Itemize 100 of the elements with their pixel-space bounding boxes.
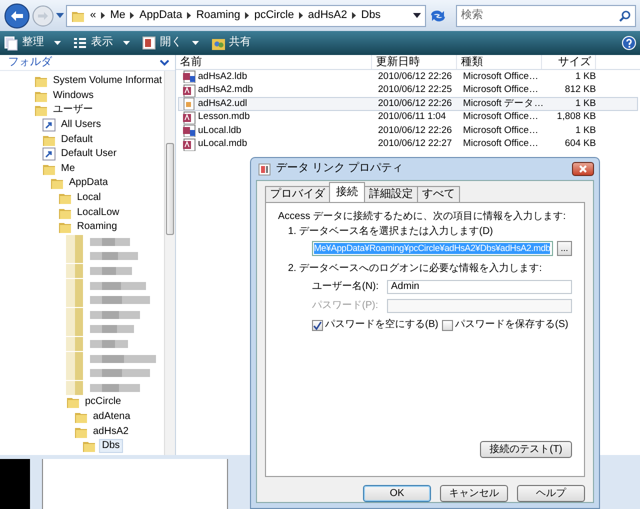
table-cell-text: 2010/06/12 22:27 (377, 138, 453, 150)
scrollbar-thumb[interactable] (166, 143, 174, 235)
tree-item[interactable]: Dbs (99, 439, 123, 454)
folder-icon (82, 439, 96, 454)
tree-item[interactable]: AppData (67, 177, 110, 190)
tab[interactable]: すべて (417, 186, 460, 202)
file-name: uLocal.mdb (198, 138, 248, 150)
checkbox[interactable] (312, 320, 323, 330)
help-icon[interactable] (622, 36, 636, 50)
address-bar[interactable]: « Me AppData Roaming pcCircle adHsA2 Dbs (66, 4, 426, 26)
caret-icon (123, 41, 130, 45)
tree-item[interactable]: Local (75, 192, 103, 204)
check-icon (313, 320, 322, 330)
back-button[interactable] (4, 2, 30, 28)
table-cell-text: Microsoft Office… (462, 124, 540, 137)
file-row[interactable]: Lesson.mdb 2010/06/11 1:04 Microsoft Office… 1,808 KB (178, 110, 638, 124)
file-row[interactable]: uLocal.mdb 2010/06/12 22:27 Microsoft Office… 604 KB (178, 138, 638, 151)
search-icon[interactable] (619, 10, 631, 22)
folder-icon (58, 220, 72, 234)
browse-button[interactable]: ... (556, 241, 572, 256)
chevron-icon[interactable] (130, 12, 134, 19)
step-label: 2. データベースへのログオンに必要な情報を入力します: (288, 263, 543, 275)
dialog-button[interactable]: ヘルプ (517, 485, 585, 502)
breadcrumb-item[interactable]: AppData (139, 8, 182, 22)
tree-item[interactable]: adHsA2 (91, 426, 131, 438)
tree-item[interactable]: Default User (59, 148, 119, 160)
overflow-marker[interactable]: « (90, 8, 96, 22)
chevron-icon[interactable] (298, 12, 303, 19)
file-row[interactable]: adHsA2.mdb 2010/06/12 22:25 Microsoft Office… 812 KB (178, 84, 638, 97)
chevron-icon[interactable] (187, 12, 192, 19)
chevron-icon[interactable] (101, 12, 106, 19)
tree-item[interactable]: All Users (59, 119, 104, 132)
caret-icon (192, 41, 199, 45)
table-cell-text: 2010/06/12 22:26 (377, 98, 453, 110)
folder-icon (34, 74, 48, 88)
column-header[interactable]: 更新日時 (372, 55, 457, 69)
tree-item[interactable]: ユーザー (51, 104, 95, 116)
tree-item[interactable]: Roaming (75, 221, 120, 234)
search-field[interactable]: 検索 (456, 4, 636, 26)
caret-icon (54, 41, 61, 45)
blurred-item (66, 249, 138, 264)
table-cell-text: 2010/06/12 22:26 (377, 70, 453, 83)
dialog-icon (258, 162, 271, 176)
list-icon (73, 36, 87, 50)
toolbar-button[interactable]: 開く (142, 36, 199, 50)
tab[interactable]: 接続 (329, 182, 365, 202)
breadcrumb-item[interactable]: Me (110, 8, 126, 22)
chevron-icon[interactable] (352, 12, 356, 19)
checkbox-label[interactable]: パスワードを保存する(S) (455, 319, 568, 331)
toolbar-button[interactable]: 共有 (211, 36, 251, 50)
document-icon (182, 97, 196, 110)
file-row[interactable]: adHsA2.udl 2010/06/12 22:26 Microsoft データ… 1 KB (178, 97, 638, 110)
collapse-icon[interactable] (160, 60, 169, 66)
dropdown-caret-icon[interactable] (413, 13, 421, 18)
breadcrumb-item[interactable]: pcCircle (254, 8, 294, 22)
dialog-button[interactable]: OK (363, 485, 431, 502)
toolbar-button[interactable]: 整理 (4, 36, 61, 50)
column-header[interactable]: 名前 (176, 55, 372, 69)
table-cell-text: Microsoft Office… (462, 70, 540, 83)
tab[interactable]: プロバイダ (265, 186, 330, 202)
file-name: adHsA2.udl (198, 98, 248, 110)
column-header[interactable]: サイズ (542, 55, 596, 69)
lock-file-icon (182, 124, 196, 138)
file-row[interactable]: adHsA2.ldb 2010/06/12 22:26 Microsoft Office… 1 KB (178, 70, 638, 84)
tree-item[interactable]: adAtena (91, 410, 132, 423)
lock-file-icon (182, 70, 196, 84)
toolbar-button[interactable]: 表示 (73, 36, 130, 50)
input-field[interactable]: Admin (387, 280, 572, 294)
test-connection-button[interactable]: 接続のテスト(T) (480, 441, 572, 458)
history-caret-icon[interactable] (56, 13, 64, 18)
table-cell-text: 1 KB (574, 98, 597, 110)
scrollbar[interactable] (164, 71, 175, 455)
blurred-item (66, 322, 134, 336)
pane-title[interactable]: フォルダ (8, 56, 52, 70)
checkbox-label[interactable]: パスワードを空にする(B) (325, 319, 438, 331)
breadcrumb-item[interactable]: adHsA2 (308, 8, 348, 22)
field-label: パスワード(P): (312, 300, 380, 312)
tree-item[interactable]: LocalLow (75, 206, 122, 219)
close-button[interactable] (572, 162, 594, 176)
column-header[interactable]: 種類 (457, 55, 542, 69)
tab[interactable]: 詳細設定 (364, 186, 418, 202)
tree-item[interactable]: Me (59, 162, 77, 175)
step-label: 1. データベース名を選択または入力します(D) (288, 226, 494, 238)
tree-item[interactable]: System Volume Informat (51, 75, 164, 88)
refresh-icon[interactable] (428, 8, 448, 24)
shortcut-icon (42, 118, 56, 132)
chevron-icon[interactable] (245, 12, 250, 19)
tree-item[interactable]: pcCircle (83, 396, 124, 408)
input-field[interactable] (387, 299, 572, 313)
file-name: Lesson.mdb (198, 111, 250, 124)
database-file-icon (182, 84, 196, 97)
tree-item[interactable]: Windows (51, 90, 96, 102)
breadcrumb-item[interactable]: Dbs (361, 8, 381, 22)
file-row[interactable]: uLocal.ldb 2010/06/12 22:26 Microsoft Office… 1 KB (178, 124, 638, 138)
checkbox[interactable] (442, 320, 453, 330)
dialog-button[interactable]: キャンセル (440, 485, 508, 502)
tree-item[interactable]: Default (59, 134, 95, 146)
folder-icon (66, 395, 80, 410)
table-cell-text: 604 KB (564, 138, 597, 150)
breadcrumb-item[interactable]: Roaming (196, 8, 240, 22)
